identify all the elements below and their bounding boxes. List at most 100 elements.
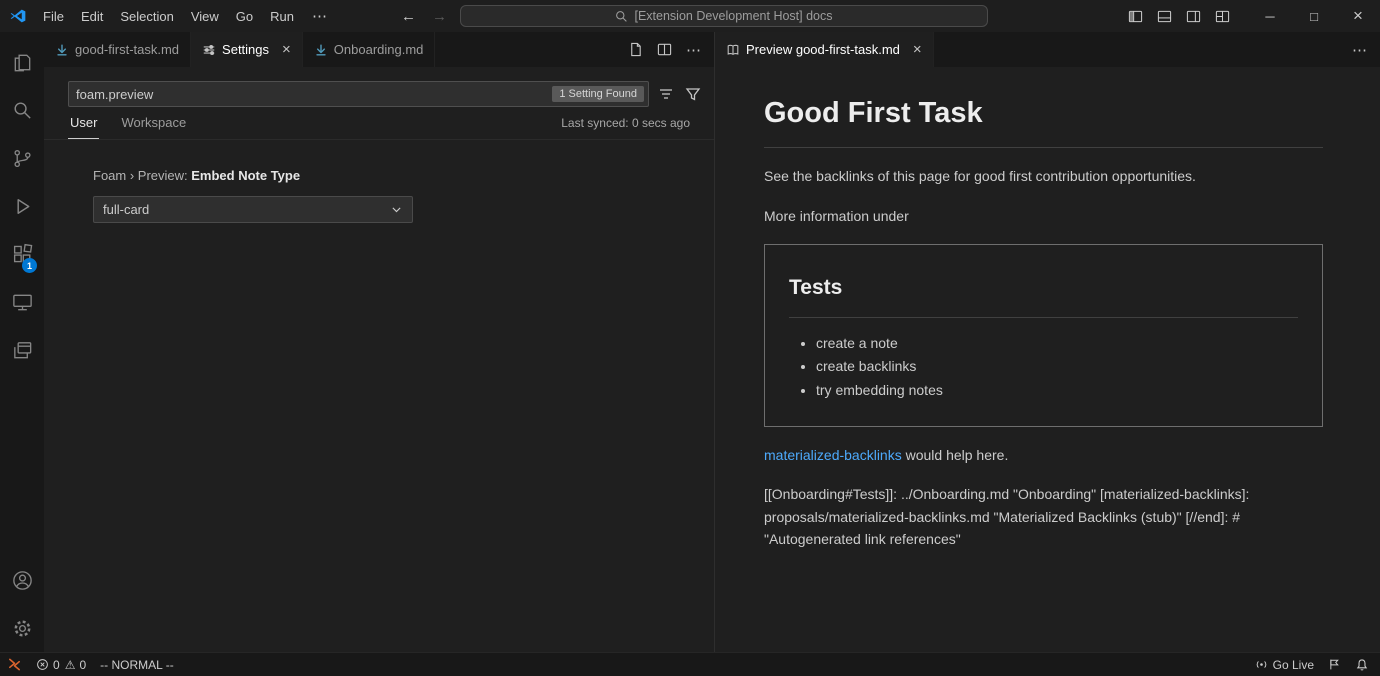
explorer-icon[interactable]: [0, 38, 44, 86]
menu-edit[interactable]: Edit: [73, 5, 111, 28]
settings-search-row: 1 Setting Found: [44, 81, 714, 107]
status-bar-right: Go Live: [1248, 653, 1380, 676]
extensions-icon[interactable]: 1: [0, 230, 44, 278]
tab-preview-good-first-task[interactable]: Preview good-first-task.md ×: [715, 32, 934, 67]
vim-mode-indicator[interactable]: -- NORMAL --: [93, 653, 181, 676]
error-icon: [36, 658, 49, 671]
feedback-button[interactable]: [1321, 653, 1348, 676]
chevron-down-icon: [390, 203, 403, 216]
layout-controls: [1128, 9, 1230, 24]
accounts-icon[interactable]: [0, 556, 44, 604]
filter-funnel-icon[interactable]: [685, 86, 701, 102]
list-item: try embedding notes: [816, 379, 1298, 401]
close-window-button[interactable]: ×: [1336, 0, 1380, 32]
tab-label: Onboarding.md: [334, 42, 424, 57]
customize-layout-icon[interactable]: [1215, 9, 1230, 24]
embed-note-type-dropdown[interactable]: full-card: [93, 196, 413, 223]
status-bar: 0 ⚠ 0 -- NORMAL -- Go Live: [0, 652, 1380, 676]
tab-label: good-first-task.md: [75, 42, 179, 57]
notifications-button[interactable]: [1348, 653, 1376, 676]
setting-title: Foam › Preview: Embed Note Type: [93, 168, 690, 183]
settings-editor: 1 Setting Found User Workspace Last sync…: [44, 67, 714, 652]
editor-actions-right: ⋯: [1352, 32, 1380, 67]
flag-icon: [1328, 658, 1341, 671]
vim-mode-label: -- NORMAL --: [100, 658, 174, 672]
problems-indicator[interactable]: 0 ⚠ 0: [29, 653, 93, 676]
link-references-paragraph: [[Onboarding#Tests]]: ../Onboarding.md "…: [764, 483, 1323, 550]
close-tab-icon[interactable]: ×: [913, 42, 922, 57]
materialized-backlinks-link[interactable]: materialized-backlinks: [764, 447, 902, 463]
dropdown-value: full-card: [103, 202, 149, 217]
markdown-preview-icon: [726, 43, 740, 57]
more-actions-icon[interactable]: ⋯: [1352, 41, 1368, 59]
editor-group-right: Preview good-first-task.md × ⋯ Good Firs…: [715, 32, 1380, 652]
go-live-label: Go Live: [1273, 658, 1314, 672]
remote-explorer-icon[interactable]: [0, 278, 44, 326]
scope-tab-user[interactable]: User: [68, 115, 99, 139]
title-bar-controls: ─ □ ×: [1128, 0, 1380, 32]
filter-lines-icon[interactable]: [658, 86, 674, 102]
navigate-back-icon[interactable]: ←: [398, 8, 419, 25]
menu-more-icon[interactable]: ⋯: [303, 3, 337, 29]
menu-run[interactable]: Run: [262, 5, 302, 28]
remote-indicator[interactable]: [0, 653, 29, 676]
preview-heading: Good First Task: [764, 90, 1323, 148]
last-synced-label: Last synced: 0 secs ago: [561, 116, 690, 139]
title-bar-center: ← → [Extension Development Host] docs: [398, 0, 988, 32]
title-bar: File Edit Selection View Go Run ⋯ ← → [E…: [0, 0, 1380, 32]
search-sidebar-icon[interactable]: [0, 86, 44, 134]
broadcast-icon: [1255, 658, 1268, 671]
open-settings-json-icon[interactable]: [628, 42, 643, 57]
menu-view[interactable]: View: [183, 5, 227, 28]
editor-group-left: good-first-task.md Settings × Onboarding…: [44, 32, 715, 652]
errors-count: 0: [36, 658, 60, 672]
embedded-note-card: Tests create a note create backlinks try…: [764, 244, 1323, 427]
toggle-secondary-sidebar-icon[interactable]: [1186, 9, 1201, 24]
tab-label: Settings: [222, 42, 269, 57]
command-center-search[interactable]: [Extension Development Host] docs: [460, 5, 988, 27]
errors-value: 0: [53, 658, 60, 672]
notifications-bell-icon: [1355, 658, 1369, 672]
vscode-window: File Edit Selection View Go Run ⋯ ← → [E…: [0, 0, 1380, 676]
close-tab-icon[interactable]: ×: [282, 42, 291, 57]
embedded-note-list: create a note create backlinks try embed…: [789, 332, 1298, 401]
activity-bar: 1: [0, 32, 44, 652]
menu-selection[interactable]: Selection: [112, 5, 181, 28]
warning-icon: ⚠: [65, 659, 76, 671]
settings-gear-icon[interactable]: [0, 604, 44, 652]
more-actions-icon[interactable]: ⋯: [686, 41, 702, 59]
link-suffix-text: would help here.: [902, 447, 1009, 463]
scope-tab-workspace[interactable]: Workspace: [119, 115, 188, 139]
go-live-button[interactable]: Go Live: [1248, 653, 1321, 676]
warnings-count: ⚠ 0: [65, 658, 86, 672]
settings-scope-tabs: User Workspace Last synced: 0 secs ago: [44, 107, 714, 140]
list-item: create backlinks: [816, 355, 1298, 377]
preview-link-paragraph: materialized-backlinks would help here.: [764, 444, 1323, 466]
setting-category: Foam › Preview:: [93, 168, 191, 183]
maximize-button[interactable]: □: [1292, 0, 1336, 32]
toggle-sidebar-icon[interactable]: [1128, 9, 1143, 24]
markdown-preview: Good First Task See the backlinks of thi…: [715, 67, 1380, 652]
toggle-panel-icon[interactable]: [1157, 9, 1172, 24]
remote-icon: [7, 657, 22, 672]
menu-file[interactable]: File: [35, 5, 72, 28]
panel-layers-icon[interactable]: [0, 326, 44, 374]
embedded-note-title: Tests: [789, 271, 1298, 318]
run-debug-icon[interactable]: [0, 182, 44, 230]
split-editor-icon[interactable]: [657, 42, 672, 57]
settings-result-count-badge: 1 Setting Found: [552, 86, 644, 102]
source-control-icon[interactable]: [0, 134, 44, 182]
navigate-forward-icon[interactable]: →: [429, 8, 450, 25]
minimize-button[interactable]: ─: [1248, 0, 1292, 32]
menu-bar: File Edit Selection View Go Run ⋯: [0, 3, 337, 29]
list-item: create a note: [816, 332, 1298, 354]
menu-go[interactable]: Go: [228, 5, 261, 28]
setting-name: Embed Note Type: [191, 168, 300, 183]
extensions-badge: 1: [22, 258, 37, 273]
tab-bar-left: good-first-task.md Settings × Onboarding…: [44, 32, 714, 67]
command-center-label: [Extension Development Host] docs: [634, 9, 832, 23]
markdown-file-icon: [55, 43, 69, 57]
tab-onboarding[interactable]: Onboarding.md: [303, 32, 436, 67]
tab-good-first-task[interactable]: good-first-task.md: [44, 32, 191, 67]
tab-settings[interactable]: Settings ×: [191, 32, 303, 67]
